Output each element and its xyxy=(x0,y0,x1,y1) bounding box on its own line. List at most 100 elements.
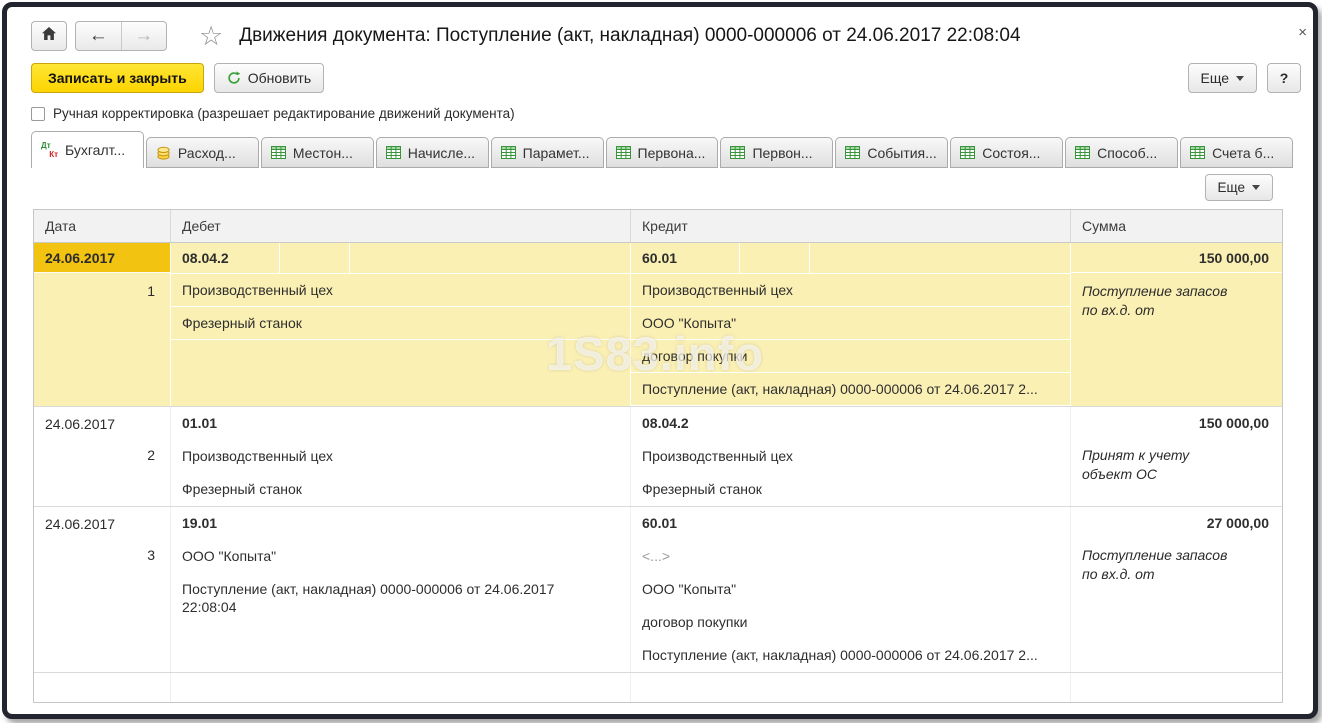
debit-detail[interactable]: ООО "Копыта" xyxy=(171,540,630,573)
back-button[interactable]: ← xyxy=(76,22,122,50)
refresh-icon xyxy=(227,71,241,85)
credit-detail[interactable]: договор покупки xyxy=(631,606,1070,639)
row-amount[interactable]: 27 000,00 xyxy=(1071,507,1282,537)
table-more-button[interactable]: Еще xyxy=(1204,174,1273,201)
tab-label: Бухгалт... xyxy=(65,142,126,158)
favorites-star-icon[interactable]: ☆ xyxy=(199,22,223,50)
home-icon xyxy=(41,26,57,46)
home-button[interactable] xyxy=(31,21,67,51)
tab-events[interactable]: События... xyxy=(835,137,949,168)
dt-kt-icon: Дт Кт xyxy=(41,140,58,159)
row-comment: Принят к учету объект ОС xyxy=(1082,447,1190,482)
close-icon[interactable]: × xyxy=(1298,24,1307,41)
table-icon xyxy=(960,146,976,159)
tab-initial-info-2[interactable]: Первон... xyxy=(720,137,834,168)
date-column: 24.06.2017 1 xyxy=(34,243,171,406)
table-icon xyxy=(615,146,631,159)
debit-column: 08.04.2 Производственный цех Фрезерный с… xyxy=(171,243,631,406)
column-header-credit[interactable]: Кредит xyxy=(631,210,1071,242)
credit-detail[interactable]: <...> xyxy=(631,540,1070,573)
credit-detail[interactable]: договор покупки xyxy=(631,340,1070,373)
table-icon xyxy=(845,146,861,159)
credit-column: 08.04.2 Производственный цех Фрезерный с… xyxy=(631,407,1071,506)
debit-detail[interactable]: Фрезерный станок xyxy=(171,473,630,506)
save-and-close-button[interactable]: Записать и закрыть xyxy=(31,63,204,93)
credit-subcell xyxy=(739,243,809,273)
manual-correction-checkbox[interactable] xyxy=(31,106,45,121)
tab-label: Парамет... xyxy=(522,144,590,161)
page-title: Движения документа: Поступление (акт, на… xyxy=(239,25,1021,46)
credit-detail[interactable]: Фрезерный станок xyxy=(631,473,1070,506)
column-header-sum[interactable]: Сумма xyxy=(1071,210,1282,242)
row-comment: Поступление запасов по вх.д. от xyxy=(1082,283,1228,318)
row-number: 1 xyxy=(147,283,155,299)
row-comment: Поступление запасов по вх.д. от xyxy=(1082,547,1228,582)
table-header-row: Дата Дебет Кредит Сумма xyxy=(34,210,1282,243)
command-bar: Записать и закрыть Обновить Еще ? xyxy=(31,63,1301,93)
tab-label: Начисле... xyxy=(407,144,476,161)
debit-detail[interactable]: Поступление (акт, накладная) 0000-000006… xyxy=(171,573,630,616)
debit-subcell xyxy=(349,243,630,273)
coins-icon xyxy=(156,145,171,160)
credit-detail[interactable]: Производственный цех xyxy=(631,440,1070,473)
debit-account[interactable]: 08.04.2 xyxy=(171,243,279,273)
credit-detail[interactable]: Поступление (акт, накладная) 0000-000006… xyxy=(631,373,1070,406)
row-amount[interactable]: 150 000,00 xyxy=(1071,243,1282,273)
help-button[interactable]: ? xyxy=(1267,63,1301,93)
table-icon xyxy=(500,146,516,159)
tab-parameters[interactable]: Парамет... xyxy=(490,137,604,168)
credit-detail[interactable]: ООО "Копыта" xyxy=(631,573,1070,606)
credit-detail[interactable]: ООО "Копыта" xyxy=(631,307,1070,340)
tab-accrual[interactable]: Начисле... xyxy=(375,137,489,168)
row-number: 2 xyxy=(147,447,155,463)
sum-column: 150 000,00 Принят к учету объект ОС xyxy=(1071,407,1282,506)
history-nav-group: ← → xyxy=(75,21,167,51)
row-amount[interactable]: 150 000,00 xyxy=(1071,407,1282,437)
credit-column: 60.01 <...> ООО "Копыта" договор покупки… xyxy=(631,507,1071,672)
debit-subcell xyxy=(279,243,349,273)
debit-account[interactable]: 19.01 xyxy=(171,507,630,540)
tab-label: События... xyxy=(867,144,937,161)
tab-accounting[interactable]: Дт Кт Бухгалт... xyxy=(31,131,144,168)
credit-account[interactable]: 08.04.2 xyxy=(631,407,1070,440)
row-date[interactable]: 24.06.2017 xyxy=(34,407,170,437)
debit-account[interactable]: 01.01 xyxy=(171,407,630,440)
chevron-down-icon xyxy=(1236,75,1244,81)
table-icon xyxy=(385,146,401,159)
tab-label: Счета б... xyxy=(1212,144,1275,161)
credit-account[interactable]: 60.01 xyxy=(631,243,739,273)
row-date[interactable]: 24.06.2017 xyxy=(34,243,170,273)
tab-methods[interactable]: Способ... xyxy=(1065,137,1179,168)
table-row[interactable]: 24.06.2017 1 08.04.2 Производственный це… xyxy=(34,243,1282,406)
register-tabs: Дт Кт Бухгалт... Расход... Местон... Начи… xyxy=(31,131,1295,168)
more-button[interactable]: Еще xyxy=(1187,63,1257,93)
table-row[interactable]: 24.06.2017 2 01.01 Производственный цех … xyxy=(34,406,1282,506)
credit-detail[interactable]: Производственный цех xyxy=(631,274,1070,307)
tab-expenses[interactable]: Расход... xyxy=(145,137,259,168)
table-more-label: Еще xyxy=(1217,180,1245,195)
credit-detail[interactable]: Поступление (акт, накладная) 0000-000006… xyxy=(631,639,1070,672)
movements-table: 1S83.info Дата Дебет Кредит Сумма 24.06.… xyxy=(33,209,1283,703)
debit-column: 19.01 ООО "Копыта" Поступление (акт, нак… xyxy=(171,507,631,672)
column-header-date[interactable]: Дата xyxy=(34,210,171,242)
tab-location[interactable]: Местон... xyxy=(260,137,374,168)
credit-account[interactable]: 60.01 xyxy=(631,507,1070,540)
tab-initial-info-1[interactable]: Первона... xyxy=(605,137,719,168)
table-icon xyxy=(270,146,286,159)
debit-detail[interactable]: Производственный цех xyxy=(171,440,630,473)
row-date[interactable]: 24.06.2017 xyxy=(34,507,170,537)
manual-correction-row: Ручная корректировка (разрешает редактир… xyxy=(31,106,1289,121)
table-toolbar: Еще xyxy=(7,174,1273,201)
table-icon xyxy=(1190,146,1206,159)
tab-states[interactable]: Состоя... xyxy=(950,137,1064,168)
forward-button[interactable]: → xyxy=(122,22,167,50)
document-movements-window: ← → ☆ Движения документа: Поступление (а… xyxy=(2,2,1318,719)
column-header-debit[interactable]: Дебет xyxy=(171,210,631,242)
tab-accounts[interactable]: Счета б... xyxy=(1180,137,1293,168)
row-number: 3 xyxy=(147,547,155,563)
debit-detail[interactable]: Производственный цех xyxy=(171,274,630,307)
debit-detail[interactable]: Фрезерный станок xyxy=(171,307,630,340)
refresh-button[interactable]: Обновить xyxy=(213,63,325,93)
table-row[interactable]: 24.06.2017 3 19.01 ООО "Копыта" Поступле… xyxy=(34,506,1282,672)
navigation-bar: ← → ☆ Движения документа: Поступление (а… xyxy=(31,18,1307,54)
